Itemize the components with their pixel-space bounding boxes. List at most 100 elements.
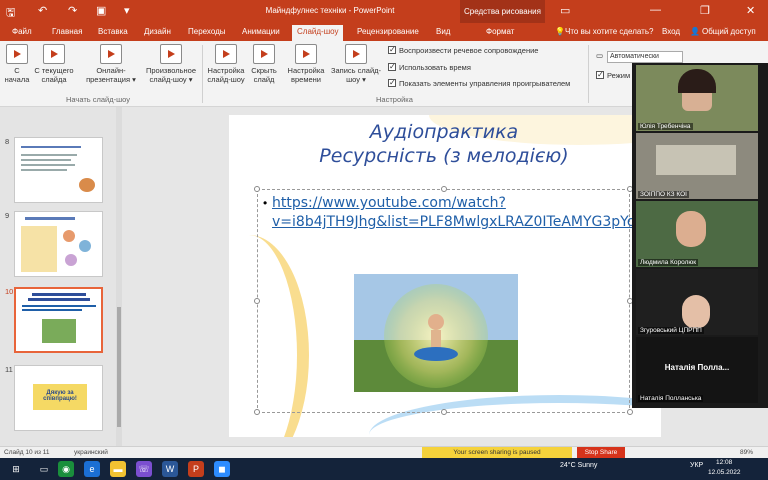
start-slideshow-icon[interactable]: ▣ (96, 4, 106, 17)
play-narrations-checkbox[interactable]: Воспроизвести речевое сопровождение (388, 45, 538, 55)
record-slideshow-button[interactable]: Запись слайд- шоу ▾ (328, 44, 384, 84)
signin-link[interactable]: Вход (662, 27, 680, 36)
chrome-icon[interactable]: ◉ (58, 461, 74, 477)
ribbon-divider (202, 45, 203, 103)
minimize-button[interactable]: — (650, 4, 661, 16)
bullet-icon: • (263, 196, 268, 210)
thumbnail-text: Дякую за співпрацю! (43, 390, 77, 402)
word-icon[interactable]: W (162, 461, 178, 477)
slide-editor: Аудіопрактика Ресурсність (з мелодією) •… (124, 107, 661, 446)
content-textbox[interactable]: • https://www.youtube.com/watch?v=i8b4jT… (254, 186, 661, 415)
checkbox-checked-icon (388, 62, 396, 71)
panel-scrollbar[interactable] (116, 107, 122, 446)
taskbar: ⊞ ▭ ◉ e ▬ ☏ W P ◼ 24°C Sunny УКР 12:08 1… (0, 458, 768, 480)
tab-review[interactable]: Рецензирование (357, 27, 419, 36)
resize-handle[interactable] (627, 409, 633, 415)
show-media-controls-checkbox[interactable]: Показать элементы управления проигрывате… (388, 78, 570, 88)
custom-slideshow-button[interactable]: Произвольное слайд-шоу ▾ (142, 44, 200, 84)
keyboard-language[interactable]: УКР (690, 462, 703, 469)
language-indicator[interactable]: украинский (74, 449, 108, 456)
custom-show-icon (160, 44, 182, 64)
video-tile[interactable]: Людмила Королюк (636, 201, 758, 267)
tab-file[interactable]: Файл (12, 27, 32, 36)
slide-thumbnail-11[interactable]: Дякую за співпрацю! (14, 365, 103, 431)
meditation-image[interactable] (354, 274, 518, 392)
clock-time[interactable]: 12:08 (716, 459, 732, 466)
globe-icon (100, 44, 122, 64)
current-slide[interactable]: Аудіопрактика Ресурсність (з мелодією) •… (229, 115, 661, 437)
use-timings-checkbox[interactable]: Использовать время (388, 62, 471, 72)
tab-insert[interactable]: Вставка (98, 27, 128, 36)
hide-slide-button[interactable]: Скрыть слайд (248, 44, 280, 84)
viber-icon[interactable]: ☏ (136, 461, 152, 477)
tab-animations[interactable]: Анимации (242, 27, 280, 36)
customize-qat-icon[interactable]: ▾ (124, 4, 130, 17)
resize-handle[interactable] (254, 298, 260, 304)
slide-counter: Слайд 10 из 11 (4, 449, 50, 456)
slide-number: 11 (5, 365, 13, 374)
tab-view[interactable]: Вид (436, 27, 450, 36)
from-start-button[interactable]: С начала (2, 44, 32, 84)
ribbon-display-icon[interactable]: ▭ (560, 4, 570, 17)
online-presentation-button[interactable]: Онлайн- презентация ▾ (82, 44, 140, 84)
restore-button[interactable]: ❐ (700, 4, 710, 17)
video-tile[interactable]: Юлія Требенчіна (636, 65, 758, 131)
resize-handle[interactable] (254, 409, 260, 415)
undo-icon[interactable]: ↶ (38, 4, 47, 17)
title-bar: 🖫 ↶ ↷ ▣ ▾ Майндфулнес техніки - PowerPoi… (0, 0, 768, 23)
play-from-current-icon (43, 44, 65, 64)
checkbox-checked-icon (388, 78, 396, 87)
tab-slideshow[interactable]: Слайд-шоу (292, 25, 344, 41)
save-icon[interactable]: 🖫 (6, 4, 15, 23)
slide-number: 9 (5, 211, 10, 220)
slide-thumbnail-10[interactable] (14, 287, 103, 353)
close-button[interactable]: ✕ (746, 4, 755, 17)
share-button[interactable]: Общий доступ (702, 27, 756, 36)
edge-icon[interactable]: e (84, 461, 100, 477)
video-gallery: Юлія Требенчіна ЗОІППО КЗ КОІ Людмила Ко… (632, 63, 768, 408)
checkbox-checked-icon (388, 45, 396, 54)
zoom-level[interactable]: 89% (740, 449, 753, 456)
youtube-link[interactable]: https://www.youtube.com/watch?v=i8b4jTH9… (272, 194, 661, 232)
stop-share-button[interactable]: Stop Share (577, 447, 625, 458)
video-tile[interactable]: Наталія Полла... Наталія Полланська (636, 337, 758, 403)
group-label-start: Начать слайд-шоу (66, 95, 130, 104)
slide-title-line2[interactable]: Ресурсність (з мелодією) (269, 145, 619, 167)
zoom-icon[interactable]: ◼ (214, 461, 230, 477)
tab-format[interactable]: Формат (486, 27, 514, 36)
windows-start-icon[interactable]: ⊞ (8, 461, 24, 477)
stopwatch-icon (295, 44, 317, 64)
ribbon-tabs: Файл Главная Вставка Дизайн Переходы Ани… (0, 23, 768, 41)
status-bar: Слайд 10 из 11 украинский Your screen sh… (0, 446, 768, 458)
monitor-icon: ▭ (596, 51, 604, 60)
screen-share-banner: Your screen sharing is paused (422, 447, 572, 458)
clock-date[interactable]: 12.05.2022 (708, 469, 741, 476)
window-title: Майндфулнес техніки - PowerPoint (265, 6, 395, 15)
from-current-button[interactable]: С текущего слайда (32, 44, 76, 84)
tab-design[interactable]: Дизайн (144, 27, 171, 36)
slide-thumbnail-8[interactable] (14, 137, 103, 203)
rehearse-timings-button[interactable]: Настройка времени (284, 44, 328, 84)
context-tab-header: Средства рисования (460, 0, 545, 23)
resize-handle[interactable] (441, 186, 447, 192)
tab-transitions[interactable]: Переходы (188, 27, 226, 36)
slide-title-line1[interactable]: Аудіопрактика (269, 121, 619, 143)
video-tile[interactable]: Згуровський ЦПРПП (636, 269, 758, 335)
play-from-start-icon (6, 44, 28, 64)
folder-icon[interactable]: ▬ (110, 461, 126, 477)
resize-handle[interactable] (441, 409, 447, 415)
scrollbar-thumb[interactable] (117, 307, 121, 427)
tab-home[interactable]: Главная (52, 27, 82, 36)
redo-icon[interactable]: ↷ (68, 4, 77, 17)
resize-handle[interactable] (254, 186, 260, 192)
weather-widget[interactable]: 24°C Sunny (560, 462, 597, 469)
presenter-view-checkbox[interactable]: Режим (596, 70, 630, 80)
slide-thumbnail-9[interactable] (14, 211, 103, 277)
file-explorer-icon[interactable]: ▭ (36, 461, 52, 477)
monitor-select[interactable]: Автоматически (607, 51, 683, 63)
tell-me-search[interactable]: Что вы хотите сделать? (565, 27, 653, 36)
video-tile[interactable]: ЗОІППО КЗ КОІ (636, 133, 758, 199)
setup-slideshow-button[interactable]: Настройка слайд-шоу (204, 44, 248, 84)
powerpoint-icon[interactable]: P (188, 461, 204, 477)
slide-thumbnail-panel: 8 9 10 11 Дякую за співпрацю! (0, 107, 122, 446)
